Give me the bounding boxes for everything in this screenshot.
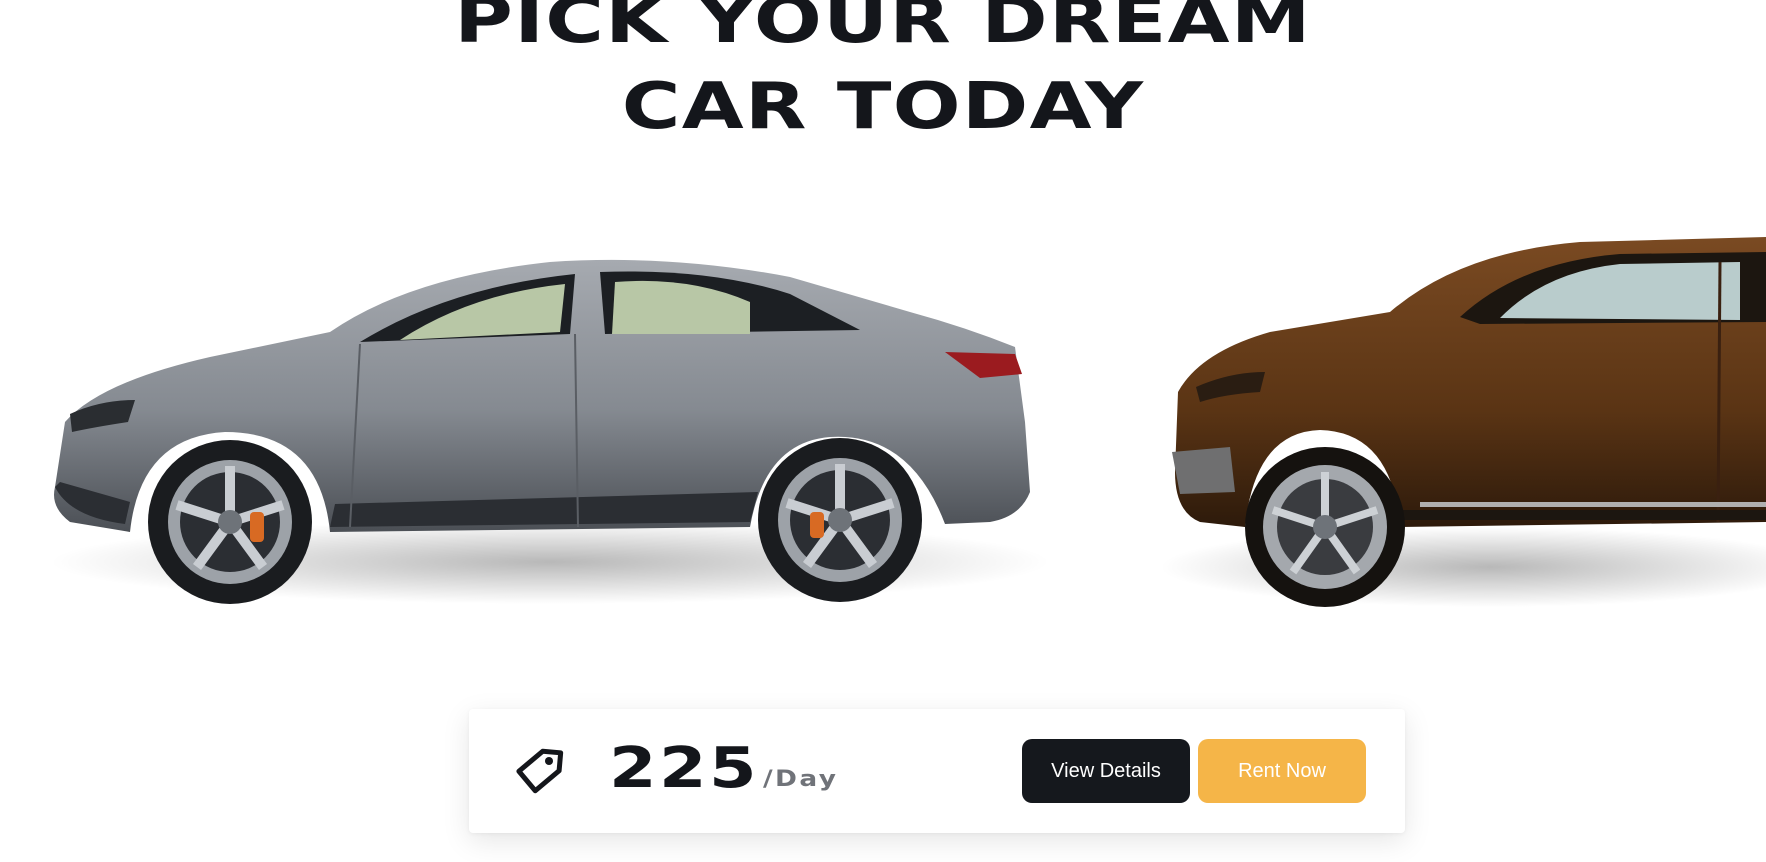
view-details-button[interactable]: View Details (1022, 739, 1190, 803)
car-carousel[interactable] (0, 232, 1766, 648)
page-title: PICK YOUR DREAM CAR TODAY (0, 0, 1766, 150)
car-image-left[interactable] (30, 232, 1070, 642)
pricing-bar: 225 /Day View Details Rent Now (469, 709, 1405, 833)
price-unit: /Day (763, 767, 839, 792)
page-title-line-1: PICK YOUR DREAM (454, 0, 1312, 58)
price-amount: 225 (609, 736, 759, 801)
price-tag-icon (516, 748, 564, 794)
car-image-right[interactable] (1160, 232, 1766, 642)
page-title-line-2: CAR TODAY (621, 70, 1145, 144)
rent-now-button[interactable]: Rent Now (1198, 739, 1366, 803)
